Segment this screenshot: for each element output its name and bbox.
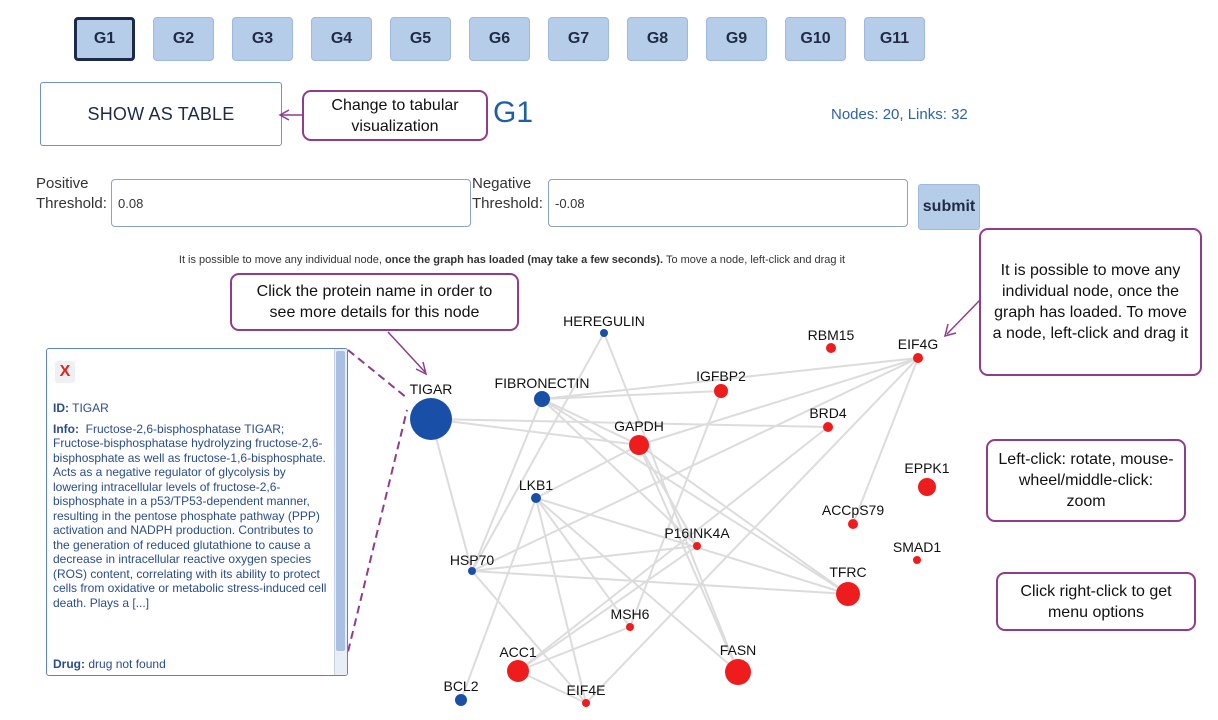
node-detail-body: ID: TIGAR Info: Fructose-2,6-bisphosphat… <box>53 401 331 610</box>
node-msh6[interactable] <box>626 623 634 631</box>
node-label-tigar[interactable]: TIGAR <box>410 381 453 397</box>
node-igfbp2[interactable] <box>714 384 728 398</box>
node-fibronectin[interactable] <box>534 391 550 407</box>
node-eif4e[interactable] <box>582 699 590 707</box>
node-label-smad1[interactable]: SMAD1 <box>893 539 941 555</box>
panel-scrollbar[interactable] <box>334 349 347 675</box>
node-label-tfrc[interactable]: TFRC <box>829 564 866 580</box>
node-smad1[interactable] <box>913 556 921 564</box>
panel-connector-top <box>347 349 408 399</box>
drug-label: Drug: <box>53 657 85 671</box>
callout-arrow-protein <box>387 331 426 373</box>
node-label-hsp70[interactable]: HSP70 <box>450 552 495 568</box>
node-label-gapdh[interactable]: GAPDH <box>614 418 664 434</box>
node-label-eif4e[interactable]: EIF4E <box>567 682 606 698</box>
link-eif4g-accps79 <box>852 357 919 525</box>
link-p16ink4a-acc1 <box>517 545 698 672</box>
node-p16ink4a[interactable] <box>693 542 701 550</box>
node-rbm15[interactable] <box>826 343 836 353</box>
node-bcl2[interactable] <box>455 694 467 706</box>
callout-protein: Click the protein name in order to see m… <box>230 273 519 331</box>
node-label-acc1[interactable]: ACC1 <box>499 644 537 660</box>
node-label-bcl2[interactable]: BCL2 <box>443 678 478 694</box>
link-tigar-hsp70 <box>430 418 473 572</box>
panel-scrollbar-thumb[interactable] <box>336 351 345 651</box>
node-tigar[interactable] <box>410 398 452 440</box>
info-label: Info: <box>53 421 79 436</box>
link-gapdh-fasn <box>638 444 739 673</box>
node-label-igfbp2[interactable]: IGFBP2 <box>696 368 746 384</box>
node-label-lkb1[interactable]: LKB1 <box>519 477 553 493</box>
callout-move: It is possible to move any individual no… <box>979 228 1202 376</box>
callout-zoom: Left-click: rotate, mouse-wheel/middle-c… <box>986 439 1186 522</box>
link-hsp70-p16ink4a <box>471 545 698 572</box>
close-icon[interactable]: X <box>55 361 75 383</box>
node-label-p16ink4a[interactable]: P16INK4A <box>664 525 730 541</box>
info-text: Fructose-2,6-bisphosphatase TIGAR; Fruct… <box>53 421 327 610</box>
drug-value: drug not found <box>88 657 166 671</box>
callout-menu: Click right-click to get menu options <box>996 572 1196 631</box>
node-eppk1[interactable] <box>918 478 936 496</box>
callout-arrow-move <box>946 299 981 335</box>
drug-row: Drug: drug not found <box>53 657 166 671</box>
node-acc1[interactable] <box>507 660 529 682</box>
node-label-accps79[interactable]: ACCpS79 <box>822 502 884 518</box>
node-heregulin[interactable] <box>600 329 608 337</box>
node-label-heregulin[interactable]: HEREGULIN <box>563 313 645 329</box>
link-hsp70-tfrc <box>471 570 849 595</box>
panel-connector-bottom <box>344 409 408 665</box>
link-heregulin-hsp70 <box>471 332 605 572</box>
node-eif4g[interactable] <box>913 353 923 363</box>
node-label-rbm15[interactable]: RBM15 <box>808 327 855 343</box>
node-label-msh6[interactable]: MSH6 <box>611 606 650 622</box>
node-accps79[interactable] <box>848 519 858 529</box>
node-tfrc[interactable] <box>836 582 860 606</box>
node-gapdh[interactable] <box>629 435 649 455</box>
node-fasn[interactable] <box>725 659 751 685</box>
node-detail-panel: X ID: TIGAR Info: Fructose-2,6-bisphosph… <box>46 348 348 676</box>
node-label-fibronectin[interactable]: FIBRONECTIN <box>495 375 590 391</box>
node-lkb1[interactable] <box>531 493 541 503</box>
node-label-eppk1[interactable]: EPPK1 <box>904 460 949 476</box>
id-label: ID: <box>53 401 69 415</box>
node-label-brd4[interactable]: BRD4 <box>809 405 847 421</box>
node-brd4[interactable] <box>823 422 833 432</box>
callout-table: Change to tabular visualization <box>302 90 488 141</box>
id-value: TIGAR <box>72 401 109 415</box>
node-label-fasn[interactable]: FASN <box>720 642 757 658</box>
node-hsp70[interactable] <box>468 567 476 575</box>
node-label-eif4g[interactable]: EIF4G <box>898 336 938 352</box>
